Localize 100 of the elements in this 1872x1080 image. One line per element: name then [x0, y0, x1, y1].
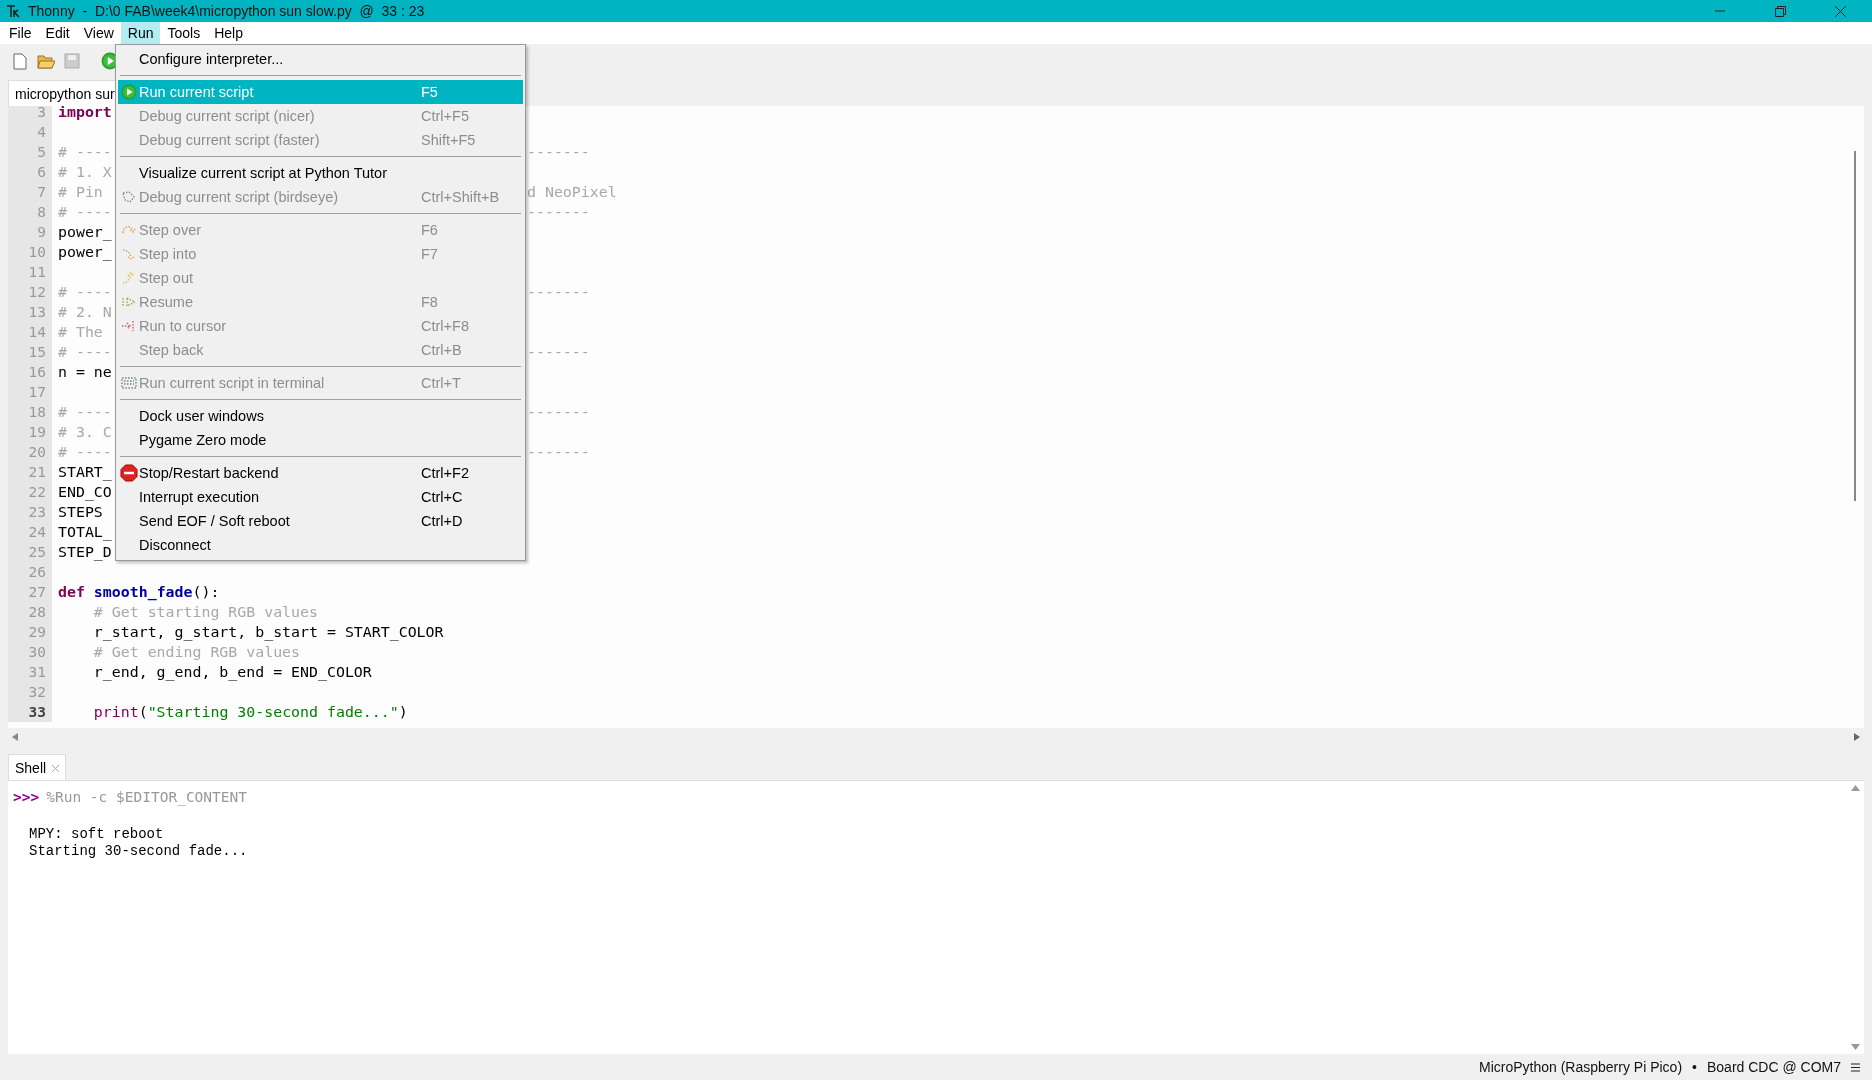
shell-prompt: >>> [13, 789, 40, 805]
code-line: ------- [527, 203, 590, 221]
menu-entry[interactable]: Interrupt execution Ctrl+C [118, 485, 523, 509]
menu-item[interactable]: Run [120, 22, 161, 44]
line-number: 5 [8, 142, 52, 162]
shell-panel[interactable]: >>> %Run -c $EDITOR_CONTENT MPY: soft reboot Starting 30-second fade... [8, 780, 1864, 1054]
line-number: 28 [8, 602, 52, 622]
scroll-up-icon[interactable] [1850, 785, 1860, 791]
shell-command: %Run -c $EDITOR_CONTENT [46, 789, 247, 805]
line-number: 12 [8, 282, 52, 302]
code-line: power_ [58, 223, 112, 241]
code-line: STEP_D [58, 543, 112, 561]
code-line: r_start, g_start, b_start = START_COLOR [92, 623, 444, 641]
line-number: 20 [8, 442, 52, 462]
code-line: # 3. C [58, 423, 112, 441]
code-line: n = ne [58, 363, 112, 381]
menu-item[interactable]: Help [207, 22, 250, 44]
code-line: # The [58, 323, 103, 341]
code-line: ------- [527, 283, 590, 301]
line-number: 10 [8, 242, 52, 262]
line-number: 33 [8, 702, 52, 722]
code-line: d NeoPixel [527, 183, 617, 201]
code-line: ------- [527, 443, 590, 461]
code-line: power_ [58, 243, 112, 261]
menu-entry[interactable]: Disconnect [118, 533, 523, 557]
code-line: r_end, g_end, b_end = END_COLOR [92, 663, 372, 681]
step-out-icon [120, 271, 137, 285]
new-file-icon[interactable] [13, 52, 27, 70]
line-number: 27 [8, 582, 52, 602]
menu-item[interactable]: Tools [160, 22, 208, 44]
menu-entry[interactable]: Visualize current script at Python Tutor [118, 161, 523, 185]
code-line: # Get ending RGB values [92, 643, 301, 661]
code-line: # Get starting RGB values [92, 603, 318, 621]
close-icon[interactable] [1834, 5, 1846, 17]
line-number: 8 [8, 202, 52, 222]
stop-icon [119, 464, 138, 482]
code-line: TOTAL_ [58, 523, 112, 541]
code-line: # Pin [58, 183, 103, 201]
step-into-icon [120, 247, 137, 261]
code-line: print("Starting 30-second fade...") [92, 703, 408, 721]
line-number: 19 [8, 422, 52, 442]
menu-item[interactable]: Edit [38, 22, 77, 44]
menu-item[interactable]: View [76, 22, 121, 44]
line-number: 21 [8, 462, 52, 482]
menu-entry[interactable]: Dock user windows [118, 404, 523, 428]
line-number: 31 [8, 662, 52, 682]
code-line: # ---- [58, 443, 112, 461]
code-line: # ---- [58, 143, 112, 161]
line-number: 17 [8, 382, 52, 402]
run-icon [120, 84, 137, 100]
tab-label[interactable]: Shell [15, 760, 47, 776]
code-line: # 2. N [58, 303, 112, 321]
line-number: 3 [8, 106, 52, 122]
code-line: def smooth_fade(): [58, 583, 220, 601]
menu-entry[interactable]: Send EOF / Soft reboot Ctrl+D [118, 509, 523, 533]
code-line: # 1. X [58, 163, 112, 181]
code-line: STEPS [58, 503, 103, 521]
code-line: # ---- [58, 343, 112, 361]
line-number: 25 [8, 542, 52, 562]
port-status[interactable]: Board CDC @ COM7 [1706, 1059, 1841, 1075]
menu-entry[interactable]: Configure interpreter... [118, 47, 523, 71]
line-number: 29 [8, 622, 52, 642]
shell-tab[interactable]: Shell [8, 754, 67, 780]
folder-icon[interactable] [37, 53, 55, 69]
line-number: 15 [8, 342, 52, 362]
code-line: END_CO [58, 483, 112, 501]
scroll-right-icon[interactable] [1854, 733, 1860, 741]
line-number: 7 [8, 182, 52, 202]
interpreter-status[interactable]: MicroPython (Raspberry Pi Pico) [1479, 1059, 1683, 1075]
scroll-left-icon[interactable] [12, 733, 18, 741]
restore-icon[interactable] [1774, 5, 1786, 17]
scroll-down-icon[interactable] [1850, 1044, 1860, 1050]
code-line: # ---- [58, 283, 112, 301]
line-number: 13 [8, 302, 52, 322]
line-number: 6 [8, 162, 52, 182]
line-number: 23 [8, 502, 52, 522]
resume-icon [120, 295, 137, 309]
line-number: 9 [8, 222, 52, 242]
line-number: 11 [8, 262, 52, 282]
menu-icon[interactable] [1851, 1062, 1860, 1072]
menu-entry[interactable]: Pygame Zero mode [118, 428, 523, 452]
menu-item[interactable]: File [2, 22, 39, 44]
app-logo-icon [6, 4, 20, 18]
code-line: ------- [527, 143, 590, 161]
line-number: 16 [8, 362, 52, 382]
line-number: 14 [8, 322, 52, 342]
window-title: Thonny - D:\0 FAB\week4\micropython sun slow.py @ 33 : 23 [28, 3, 426, 19]
line-number: 32 [8, 682, 52, 702]
status-separator: • [1692, 1059, 1697, 1075]
code-line: ------- [527, 343, 590, 361]
code-line: ------- [527, 403, 590, 421]
code-line: # ---- [58, 403, 112, 421]
save-icon[interactable] [64, 53, 80, 69]
line-number: 26 [8, 562, 52, 582]
line-number: 18 [8, 402, 52, 422]
scrollbar-thumb[interactable] [1854, 151, 1856, 501]
menu-entry[interactable]: Stop/Restart backend Ctrl+F2 [118, 461, 523, 485]
line-number: 24 [8, 522, 52, 542]
run-to-cursor-icon [120, 319, 137, 333]
shell-output: MPY: soft reboot [28, 826, 165, 843]
